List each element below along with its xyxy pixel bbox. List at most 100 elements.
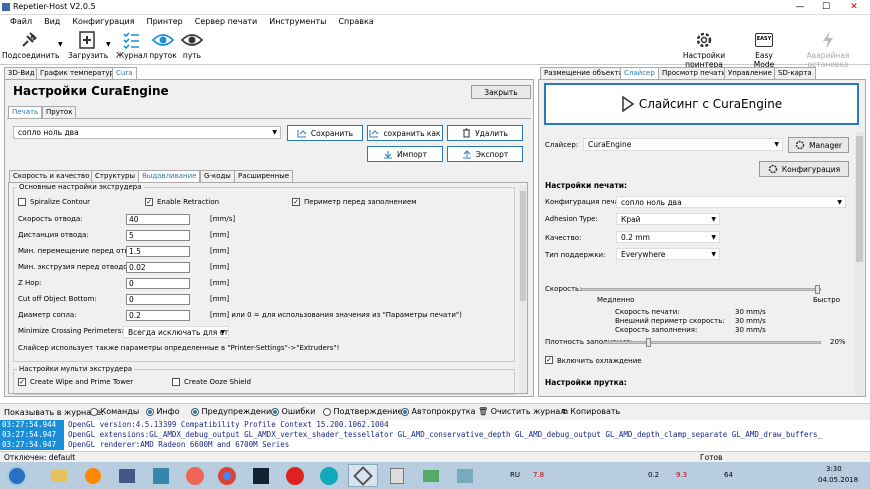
configure-button[interactable]: Конфигурация	[759, 161, 849, 177]
tab-temperature-graph[interactable]: График температур	[36, 67, 118, 79]
connect-button[interactable]: Подсоединить	[2, 29, 59, 65]
tab-filament[interactable]: Пруток	[42, 106, 77, 118]
load-dropdown-icon[interactable]: ▼	[106, 41, 111, 48]
taskbar-skype-icon[interactable]	[314, 464, 344, 487]
maximize-button[interactable]: ☐	[814, 0, 838, 15]
menu-config[interactable]: Конфигурация	[72, 15, 134, 29]
copy-log-button[interactable]: ⧉ Копировать	[562, 407, 620, 417]
slice-with-curaengine-button[interactable]: Слайсинг с CuraEngine	[544, 83, 859, 125]
taskbar-photoshop-icon[interactable]	[246, 464, 276, 487]
nozzle-diameter-field[interactable]: 0.2	[126, 310, 190, 321]
retract-distance-field[interactable]: 5	[126, 230, 190, 241]
profile-select[interactable]: сопло ноль два ▼	[13, 126, 281, 139]
taskbar-network-icon[interactable]	[146, 464, 176, 487]
close-button[interactable]: Закрыть	[471, 85, 531, 99]
clock-time[interactable]: 3:30	[826, 465, 842, 473]
clear-log-button[interactable]: 🗑 Очистить журнал	[478, 407, 565, 416]
print-config-select[interactable]: сопло ноль два ▼	[616, 196, 846, 208]
errors-radio[interactable]	[271, 407, 279, 416]
cooling-checkbox[interactable]: ✓	[545, 356, 553, 364]
tab-sd-card[interactable]: SD-карта	[774, 67, 816, 79]
quality-select[interactable]: 0.2 mm ▼	[616, 231, 720, 243]
log-button[interactable]: Журнал	[116, 29, 148, 65]
spiralize-checkbox[interactable]	[18, 198, 26, 206]
save-as-button[interactable]: сохранить как	[367, 125, 443, 141]
menu-help[interactable]: Справка	[338, 15, 373, 29]
warnings-radio[interactable]	[191, 407, 199, 416]
infill-density-slider-thumb[interactable]	[646, 338, 652, 347]
menu-file[interactable]: Файл	[10, 15, 32, 29]
ooze-shield-checkbox[interactable]	[172, 378, 180, 386]
language-indicator[interactable]: RU	[510, 471, 520, 479]
support-select[interactable]: Everywhere ▼	[616, 248, 720, 260]
menu-printer[interactable]: Принтер	[147, 15, 183, 29]
slicer-select[interactable]: CuraEngine ▼	[583, 138, 783, 151]
tab-gcodes[interactable]: G-коды	[200, 170, 235, 182]
speed-slider[interactable]	[581, 285, 821, 294]
tab-print-preview[interactable]: Просмотр печати	[658, 67, 731, 79]
perimeter-before-infill-checkbox[interactable]: ✓	[292, 198, 300, 206]
emergency-stop-button[interactable]: Аварийная остановка	[786, 29, 870, 69]
delete-button[interactable]: Удалить	[447, 125, 523, 141]
printer-settings-button[interactable]: Настройки принтера	[664, 29, 744, 69]
autoscroll-radio[interactable]	[401, 407, 409, 416]
commands-radio[interactable]	[90, 407, 98, 416]
taskbar-firefox-icon[interactable]	[180, 464, 210, 487]
menu-tools[interactable]: Инструменты	[269, 15, 326, 29]
tab-slicer[interactable]: Слайсер	[620, 67, 659, 79]
settings-scrollbar[interactable]	[519, 185, 527, 393]
tab-cura[interactable]: Cura	[112, 67, 137, 79]
taskbar-pinterest-icon[interactable]	[280, 464, 310, 487]
tab-object-placement[interactable]: Размещение объекта	[540, 67, 627, 79]
wipe-tower-checkbox[interactable]: ✓	[18, 378, 26, 386]
manager-button[interactable]: Manager	[788, 137, 849, 153]
enable-retraction-checkbox[interactable]: ✓	[145, 198, 153, 206]
tab-structures[interactable]: Структуры	[91, 170, 139, 182]
log-errors-option[interactable]: Ошибки	[271, 407, 315, 416]
easy-mode-button[interactable]: EASY Easy Mode	[744, 29, 784, 69]
speed-slider-thumb[interactable]	[815, 285, 820, 294]
adhesion-select[interactable]: Край ▼	[616, 213, 720, 225]
close-window-button[interactable]: ✕	[840, 0, 868, 15]
load-button[interactable]: Загрузить	[68, 29, 108, 65]
tab-print[interactable]: Печать	[8, 106, 43, 118]
ack-radio[interactable]	[323, 407, 331, 416]
cut-off-bottom-field[interactable]: 0	[126, 294, 190, 305]
import-button[interactable]: Импорт	[367, 146, 443, 162]
path-view-button[interactable]: путь	[178, 29, 206, 65]
min-crossing-select[interactable]: Всегда исключать для стен ▼	[123, 326, 229, 338]
taskbar-chrome-icon[interactable]	[212, 464, 242, 487]
log-view[interactable]: 03:27:54.944 OpenGL version:4.5.13399 Com…	[0, 420, 870, 451]
tab-control[interactable]: Управление	[724, 67, 776, 79]
taskbar-media-icon[interactable]	[78, 464, 108, 487]
minimize-button[interactable]: —	[788, 0, 812, 15]
log-autoscroll-option[interactable]: Автопрокрутка	[401, 407, 476, 416]
taskbar-calculator-icon[interactable]	[382, 464, 412, 487]
info-radio[interactable]	[146, 407, 154, 416]
log-warnings-option[interactable]: Предупреждения	[191, 407, 276, 416]
tab-extrusion[interactable]: Выдавливание	[138, 170, 201, 182]
log-info-option[interactable]: Инфо	[146, 407, 180, 416]
taskbar-paint-icon[interactable]	[450, 464, 480, 487]
menu-view[interactable]: Вид	[44, 15, 60, 29]
connect-dropdown-icon[interactable]: ▼	[58, 41, 63, 48]
clock-date[interactable]: 04.05.2018	[818, 476, 858, 484]
z-hop-field[interactable]: 0	[126, 278, 190, 289]
filament-view-button[interactable]: пруток	[148, 29, 178, 65]
taskbar-repetier-icon[interactable]	[348, 464, 378, 487]
retract-speed-field[interactable]: 40	[126, 214, 190, 225]
infill-density-slider[interactable]	[603, 338, 821, 347]
min-travel-field[interactable]: 1.5	[126, 246, 190, 257]
menu-print-server[interactable]: Сервер печати	[195, 15, 257, 29]
tab-advanced[interactable]: Расширенные	[234, 170, 294, 182]
log-ack-option[interactable]: Подтверждение	[323, 407, 402, 416]
taskbar-game-icon[interactable]	[416, 464, 446, 487]
taskbar-explorer-icon[interactable]	[44, 464, 74, 487]
slicer-scrollbar[interactable]	[855, 132, 864, 396]
min-extrusion-field[interactable]: 0.02	[126, 262, 190, 273]
export-button[interactable]: Экспорт	[447, 146, 523, 162]
start-button[interactable]	[2, 464, 32, 487]
log-commands-option[interactable]: Команды	[90, 407, 139, 416]
tab-3d-view[interactable]: 3D-Вид	[4, 67, 39, 79]
taskbar-app-icon[interactable]	[112, 464, 142, 487]
